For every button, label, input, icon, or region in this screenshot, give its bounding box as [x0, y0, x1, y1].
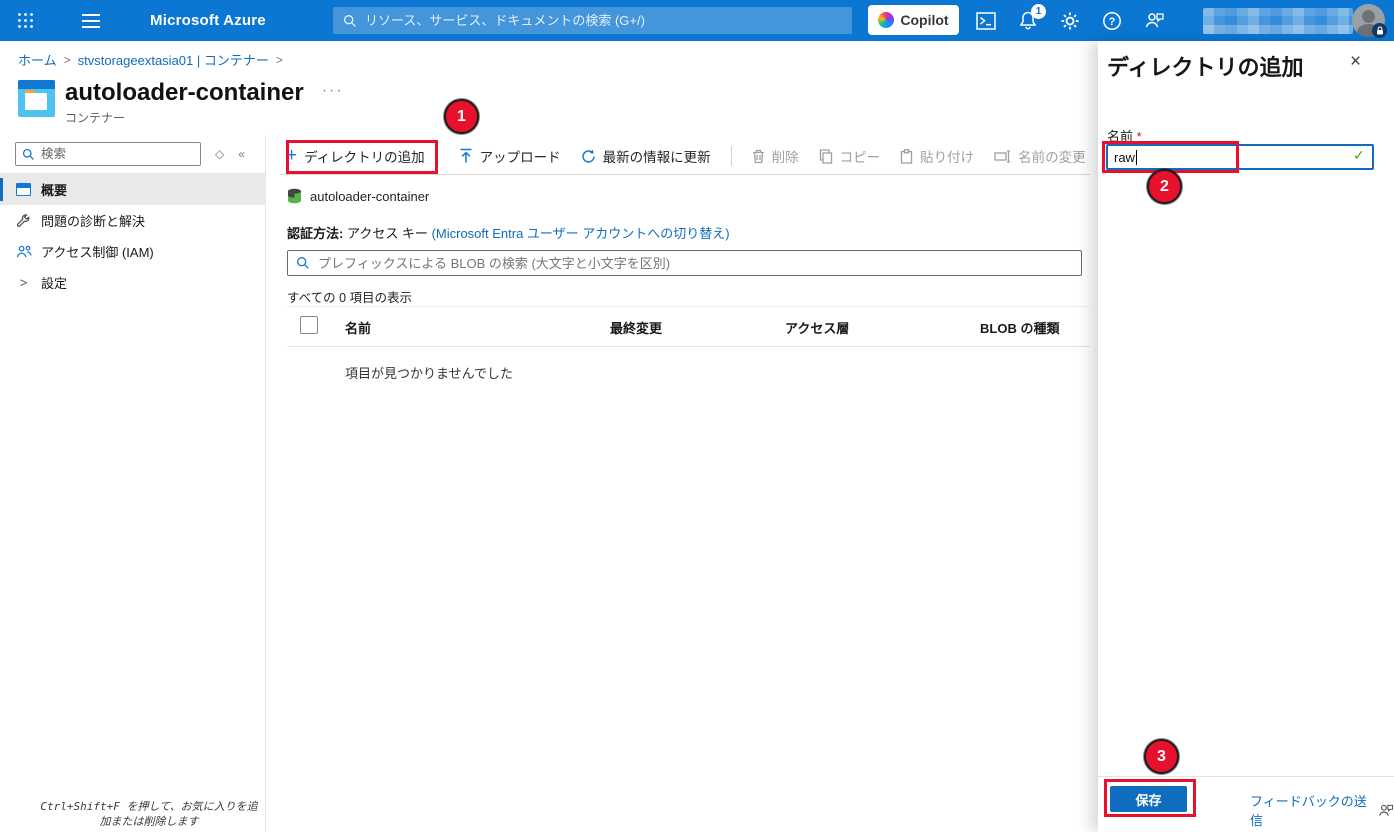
user-account-blurred[interactable]: [1203, 8, 1353, 34]
breadcrumb: ホーム > stvstorageextasia01 | コンテナー >: [18, 50, 283, 69]
copilot-button[interactable]: Copilot: [868, 5, 959, 35]
sidebar-search-box[interactable]: [15, 142, 201, 166]
add-directory-panel: ディレクトリの追加 × 名前 * raw ✓ 保存 フィードバックの送信: [1098, 41, 1394, 832]
annotation-step-2: 2: [1147, 169, 1182, 204]
lock-icon: [1372, 23, 1387, 38]
search-icon: [343, 14, 357, 28]
sidebar-item-access-control[interactable]: アクセス制御 (IAM): [0, 236, 265, 267]
divider: [287, 346, 1090, 347]
send-feedback-link[interactable]: フィードバックの送信: [1250, 791, 1394, 829]
favorites-shortcut-hint: Ctrl+Shift+F を押して、お気に入りを追加または削除します: [40, 799, 258, 829]
diamond-icon[interactable]: ◇: [215, 147, 224, 161]
page-header: autoloader-container ··· コンテナー: [18, 80, 344, 126]
global-search-box[interactable]: [333, 7, 852, 34]
add-directory-button[interactable]: + ディレクトリの追加: [286, 146, 425, 166]
sidebar-item-overview[interactable]: 概要: [0, 174, 265, 205]
sidebar-item-diagnose[interactable]: 問題の診断と解決: [0, 205, 265, 236]
breadcrumb-separator: >: [276, 53, 283, 67]
container-name-label: autoloader-container: [310, 189, 429, 204]
cloud-shell-icon[interactable]: [975, 10, 997, 32]
more-options-icon[interactable]: ···: [322, 82, 344, 100]
feedback-icon[interactable]: [1143, 10, 1165, 32]
sidebar: ◇ « 概要 問題の診断と解決: [0, 135, 266, 832]
topbar-icon-group: 1 ?: [975, 0, 1165, 41]
divider: [1098, 776, 1394, 777]
switch-account-link[interactable]: (Microsoft Entra ユーザー アカウントへの切り替え): [432, 226, 730, 241]
save-button[interactable]: 保存: [1110, 786, 1187, 812]
azure-portal: Microsoft Azure Copilot 1: [0, 0, 1394, 832]
required-asterisk: *: [1137, 129, 1142, 144]
global-search-input[interactable]: [365, 13, 842, 28]
column-header-last-modified[interactable]: 最終変更: [610, 318, 662, 337]
copy-button[interactable]: コピー: [819, 146, 881, 166]
collapse-menu-icon[interactable]: «: [238, 147, 245, 161]
sidebar-item-settings[interactable]: > 設定: [0, 267, 265, 298]
rename-button[interactable]: 名前の変更: [994, 146, 1086, 166]
refresh-icon: [581, 149, 596, 164]
main-content: + ディレクトリの追加 アップロード 最新の情報に更新 削除: [280, 135, 1090, 832]
text-caret: [1136, 150, 1137, 165]
feedback-icon: [1377, 803, 1394, 818]
blob-search-box[interactable]: [287, 250, 1082, 276]
panel-title: ディレクトリの追加: [1107, 50, 1303, 82]
directory-name-input[interactable]: raw: [1106, 144, 1374, 170]
settings-gear-icon[interactable]: [1059, 10, 1081, 32]
copy-icon: [819, 149, 833, 164]
delete-button[interactable]: 削除: [752, 146, 799, 166]
people-icon: [15, 244, 32, 259]
select-all-checkbox[interactable]: [300, 316, 318, 334]
waffle-menu-icon[interactable]: [0, 0, 50, 41]
annotation-step-3: 3: [1144, 739, 1179, 774]
refresh-button[interactable]: 最新の情報に更新: [581, 146, 711, 166]
upload-button[interactable]: アップロード: [459, 146, 561, 166]
search-icon: [22, 148, 35, 161]
page-title: autoloader-container: [65, 80, 304, 106]
column-header-access-tier[interactable]: アクセス層: [785, 318, 849, 337]
container-icon: [18, 80, 55, 117]
auth-method-value: アクセス キー: [347, 226, 428, 241]
notifications-bell-icon[interactable]: 1: [1017, 10, 1039, 32]
breadcrumb-parent-link[interactable]: stvstorageextasia01 | コンテナー: [78, 50, 269, 69]
overview-window-icon: [15, 183, 32, 196]
svg-text:?: ?: [1109, 16, 1116, 28]
page-subtitle: コンテナー: [65, 109, 344, 126]
name-input-value: raw: [1114, 150, 1135, 165]
table-header: 名前 最終変更 アクセス層 BLOB の種類: [280, 307, 1090, 346]
blob-search-input[interactable]: [318, 256, 1073, 271]
search-icon: [296, 256, 310, 270]
brand-title[interactable]: Microsoft Azure: [150, 12, 266, 29]
paste-icon: [900, 149, 913, 164]
valid-check-icon: ✓: [1353, 147, 1365, 164]
plus-icon: +: [286, 147, 297, 165]
upload-icon: [459, 148, 473, 164]
close-icon[interactable]: ×: [1350, 53, 1361, 71]
auth-method-row: 認証方法: アクセス キー (Microsoft Entra ユーザー アカウン…: [287, 223, 730, 242]
auth-method-label: 認証方法:: [287, 226, 343, 241]
empty-list-message: 項目が見つかりませんでした: [345, 363, 513, 382]
name-field-label: 名前 *: [1107, 126, 1142, 145]
rename-icon: [994, 150, 1011, 163]
breadcrumb-separator: >: [64, 53, 71, 67]
trash-icon: [752, 149, 765, 164]
wrench-icon: [15, 213, 32, 228]
hamburger-menu-icon[interactable]: [68, 0, 114, 41]
notification-badge: 1: [1031, 4, 1046, 19]
breadcrumb-home-link[interactable]: ホーム: [18, 50, 57, 69]
help-icon[interactable]: ?: [1101, 10, 1123, 32]
copilot-icon: [878, 12, 894, 28]
top-bar: Microsoft Azure Copilot 1: [0, 0, 1394, 41]
sidebar-search-input[interactable]: [41, 147, 194, 161]
divider: [731, 146, 732, 166]
paste-button[interactable]: 貼り付け: [900, 146, 974, 166]
blob-container-icon: [287, 188, 302, 204]
column-header-blob-type[interactable]: BLOB の種類: [980, 318, 1059, 337]
column-header-name[interactable]: 名前: [345, 318, 371, 337]
divider: [280, 174, 1090, 175]
chevron-right-icon: >: [15, 275, 32, 290]
toolbar: + ディレクトリの追加 アップロード 最新の情報に更新 削除: [286, 141, 1121, 171]
items-count-label: すべての 0 項目の表示: [287, 287, 412, 306]
annotation-step-1: 1: [444, 99, 479, 134]
